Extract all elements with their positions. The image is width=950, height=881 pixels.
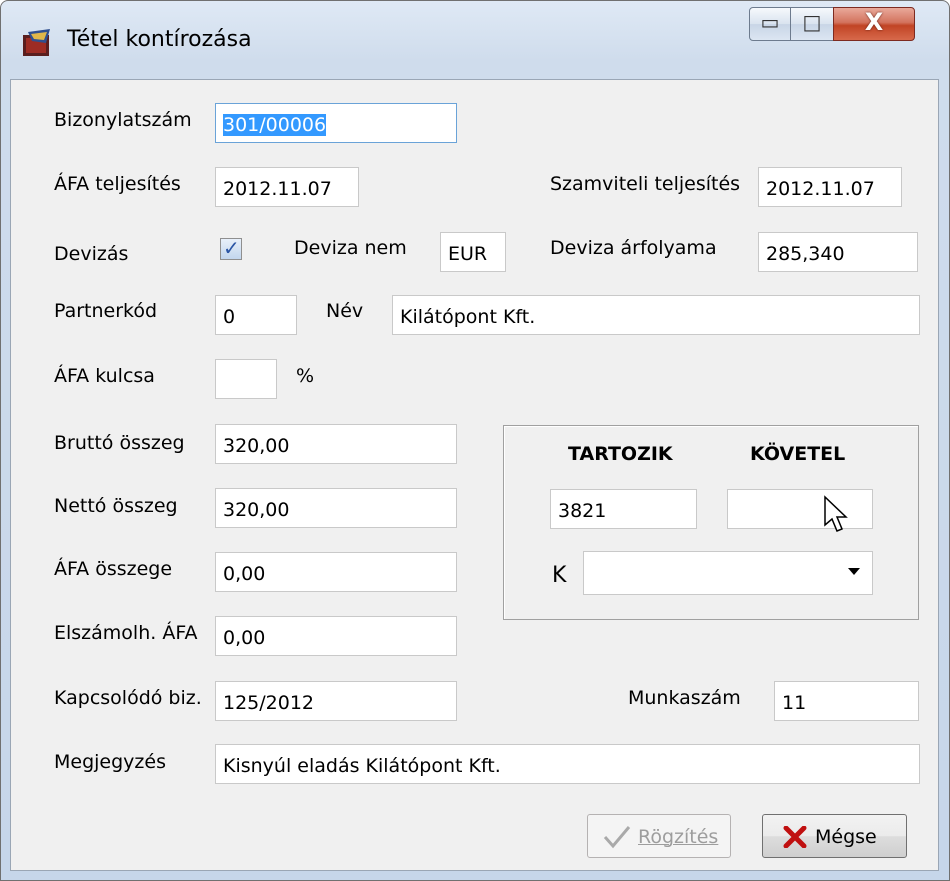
percent-label: % [296, 365, 315, 387]
elszamolh-afa-input[interactable]: 0,00 [215, 616, 457, 656]
app-icon [23, 29, 50, 56]
afa-osszege-input[interactable]: 0,00 [215, 552, 457, 592]
maximize-icon: □ [802, 10, 822, 34]
maximize-button[interactable]: □ [790, 7, 834, 41]
dialog-window: Tétel kontírozása ▭ □ X Bizonylatszám 30… [0, 0, 950, 881]
devizas-checkbox[interactable]: ✓ [220, 236, 242, 260]
megjegyzes-label: Megjegyzés [54, 751, 166, 773]
afa-kulcsa-input[interactable] [215, 359, 277, 399]
bizonylatszam-input[interactable]: 301/00006 [215, 103, 457, 143]
szamviteli-teljesites-label: Szamviteli teljesítés [550, 173, 741, 195]
title-bar[interactable]: Tétel kontírozása ▭ □ X [1, 1, 949, 79]
kovetel-header: KÖVETEL [750, 443, 846, 465]
deviza-nem-label: Deviza nem [294, 237, 407, 259]
chevron-down-icon[interactable] [848, 568, 860, 575]
close-button[interactable]: X [833, 7, 915, 41]
devizas-label: Devizás [54, 243, 129, 265]
check-icon: ✓ [223, 236, 240, 260]
nev-input[interactable]: Kilátópont Kft. [392, 295, 920, 335]
minimize-icon: ▭ [760, 10, 780, 34]
afa-osszege-label: ÁFA összege [54, 558, 173, 580]
afa-kulcsa-label: ÁFA kulcsa [54, 365, 155, 387]
rogzites-label: Rögzítés [638, 826, 719, 848]
deviza-arfolyama-input[interactable]: 285,340 [758, 232, 918, 272]
check-icon [603, 826, 631, 849]
rogzites-button[interactable]: Rögzítés [587, 814, 731, 858]
k-account-select[interactable] [583, 551, 873, 595]
brutto-osszeg-input[interactable]: 320,00 [215, 424, 457, 464]
afa-teljesites-label: ÁFA teljesítés [54, 173, 181, 195]
elszamolh-afa-label: Elszámolh. ÁFA [54, 622, 198, 644]
megjegyzes-input[interactable]: Kisnyúl eladás Kilátópont Kft. [215, 744, 920, 784]
szamviteli-teljesites-input[interactable]: 2012.11.07 [758, 167, 902, 207]
tartozik-input[interactable]: 3821 [550, 489, 697, 529]
netto-osszeg-label: Nettó összeg [54, 495, 178, 517]
netto-osszeg-input[interactable]: 320,00 [215, 488, 457, 528]
megse-button[interactable]: Mégse [762, 814, 907, 858]
kapcsolodo-biz-label: Kapcsolódó biz. [54, 687, 202, 709]
window-title: Tétel kontírozása [67, 27, 252, 52]
kovetel-input[interactable] [727, 489, 873, 529]
minimize-button[interactable]: ▭ [749, 7, 791, 41]
deviza-arfolyama-label: Deviza árfolyama [550, 237, 717, 259]
munkaszam-label: Munkaszám [628, 687, 741, 709]
bizonylatszam-label: Bizonylatszám [54, 109, 192, 131]
afa-teljesites-input[interactable]: 2012.11.07 [215, 167, 359, 207]
deviza-nem-input[interactable]: EUR [440, 232, 506, 272]
partnerkod-input[interactable]: 0 [215, 295, 297, 335]
nev-label: Név [326, 300, 364, 322]
brutto-osszeg-label: Bruttó összeg [54, 432, 185, 454]
k-label: K [552, 563, 567, 588]
kapcsolodo-biz-input[interactable]: 125/2012 [215, 681, 457, 721]
close-icon: X [864, 8, 884, 36]
partnerkod-label: Partnerkód [54, 300, 158, 322]
tartozik-header: TARTOZIK [568, 443, 673, 465]
munkaszam-input[interactable]: 11 [774, 681, 919, 721]
megse-label: Mégse [815, 826, 877, 848]
red-x-icon [783, 826, 807, 848]
mouse-pointer-icon [824, 495, 848, 532]
